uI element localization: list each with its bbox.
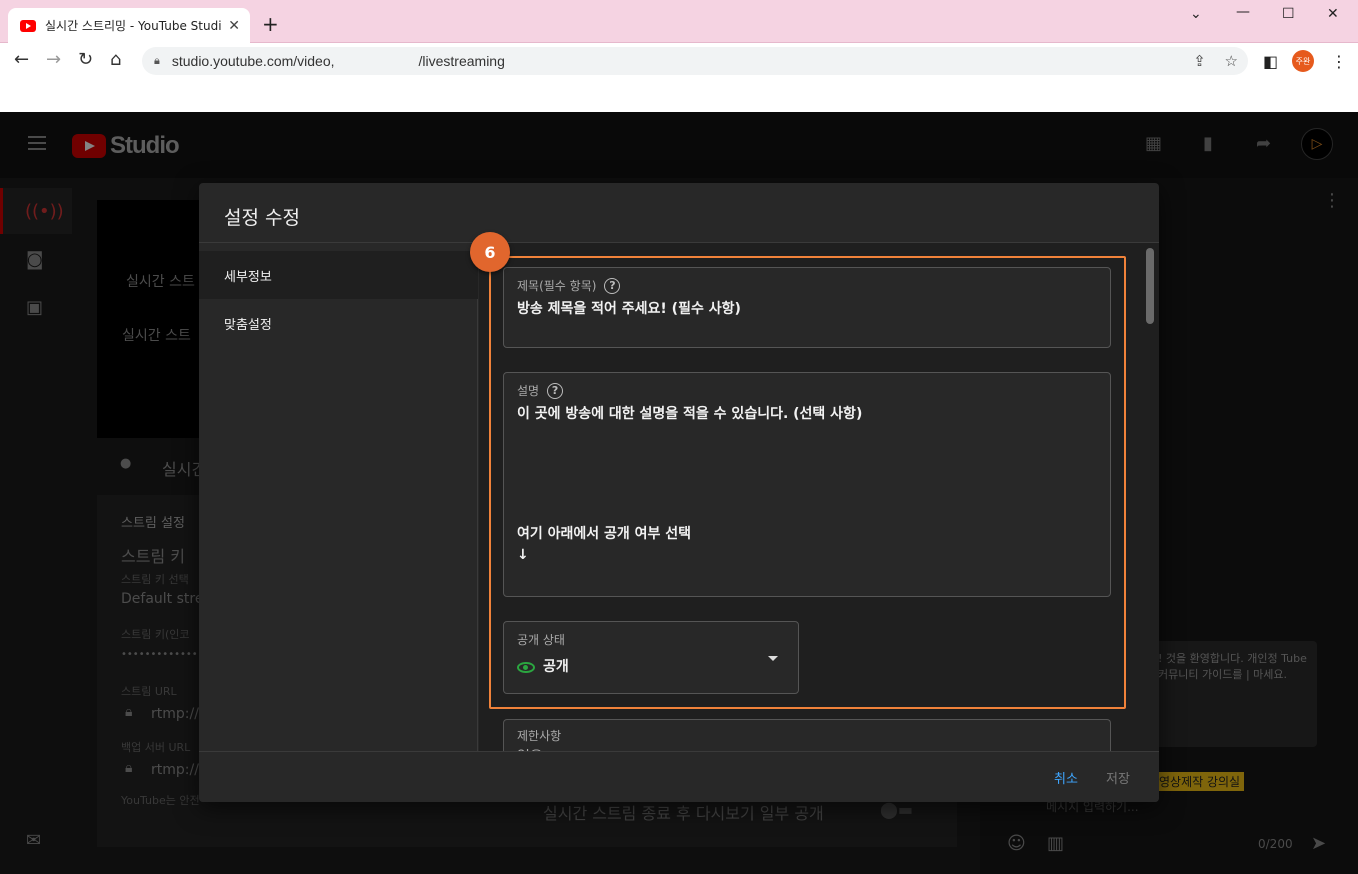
url-suffix: /livestreaming xyxy=(418,53,505,69)
browser-menu-icon[interactable]: ⋮ xyxy=(1331,52,1347,71)
profile-avatar[interactable]: 주완 xyxy=(1292,50,1314,72)
home-icon[interactable]: ⌂ xyxy=(110,50,121,70)
reload-icon[interactable]: ↻ xyxy=(78,50,93,70)
back-icon[interactable]: ← xyxy=(14,50,29,70)
url-prefix: studio.youtube.com/video, xyxy=(171,53,335,69)
dialog-nav: 세부정보 맞춤설정 xyxy=(199,243,478,751)
lock-icon: 🔒︎ xyxy=(154,54,160,67)
browser-content-top xyxy=(0,79,1358,112)
tutorial-highlight-box xyxy=(489,256,1126,709)
minimize-icon[interactable]: ⌄ xyxy=(1190,6,1202,22)
nav-item-details[interactable]: 세부정보 xyxy=(199,251,478,299)
youtube-favicon-icon xyxy=(20,19,36,32)
save-button[interactable]: 저장 xyxy=(1106,768,1130,787)
tab-title: 실시간 스트리밍 - YouTube Studio xyxy=(45,19,223,33)
window-close-icon[interactable]: ✕ xyxy=(1327,6,1339,22)
restrictions-field[interactable]: 제한사항 없음 xyxy=(503,719,1111,751)
bookmark-star-icon[interactable]: ☆ xyxy=(1225,52,1238,70)
dialog-footer: 취소 저장 xyxy=(199,751,1159,802)
window-minimize-icon[interactable]: — xyxy=(1236,4,1250,20)
dialog-scrollbar[interactable] xyxy=(1146,248,1154,324)
window-maximize-icon[interactable]: ☐ xyxy=(1282,6,1295,22)
tab-close-icon[interactable]: ✕ xyxy=(228,18,240,34)
restrictions-value: 없음 xyxy=(517,746,543,751)
dialog-title: 설정 수정 xyxy=(224,207,300,229)
share-icon[interactable]: ⇪ xyxy=(1193,52,1206,70)
url-input[interactable]: 🔒︎ studio.youtube.com/video, /livestreami… xyxy=(142,47,1248,75)
forward-icon[interactable]: → xyxy=(46,50,61,70)
browser-tab[interactable]: 실시간 스트리밍 - YouTube Studio ✕ xyxy=(8,8,250,43)
restrictions-label: 제한사항 xyxy=(517,729,562,743)
nav-item-customization[interactable]: 맞춤설정 xyxy=(199,299,478,347)
step-badge: 6 xyxy=(470,232,510,272)
dialog-header: 설정 수정 xyxy=(199,183,1159,243)
address-bar-row: ← → ↻ ⌂ 🔒︎ studio.youtube.com/video, /liv… xyxy=(0,43,1358,79)
side-panel-icon[interactable]: ◧ xyxy=(1263,52,1278,71)
cancel-button[interactable]: 취소 xyxy=(1054,768,1078,787)
new-tab-icon[interactable]: + xyxy=(262,14,279,34)
browser-tab-strip: 실시간 스트리밍 - YouTube Studio ✕ + ⌄ — ☐ ✕ xyxy=(0,0,1358,43)
